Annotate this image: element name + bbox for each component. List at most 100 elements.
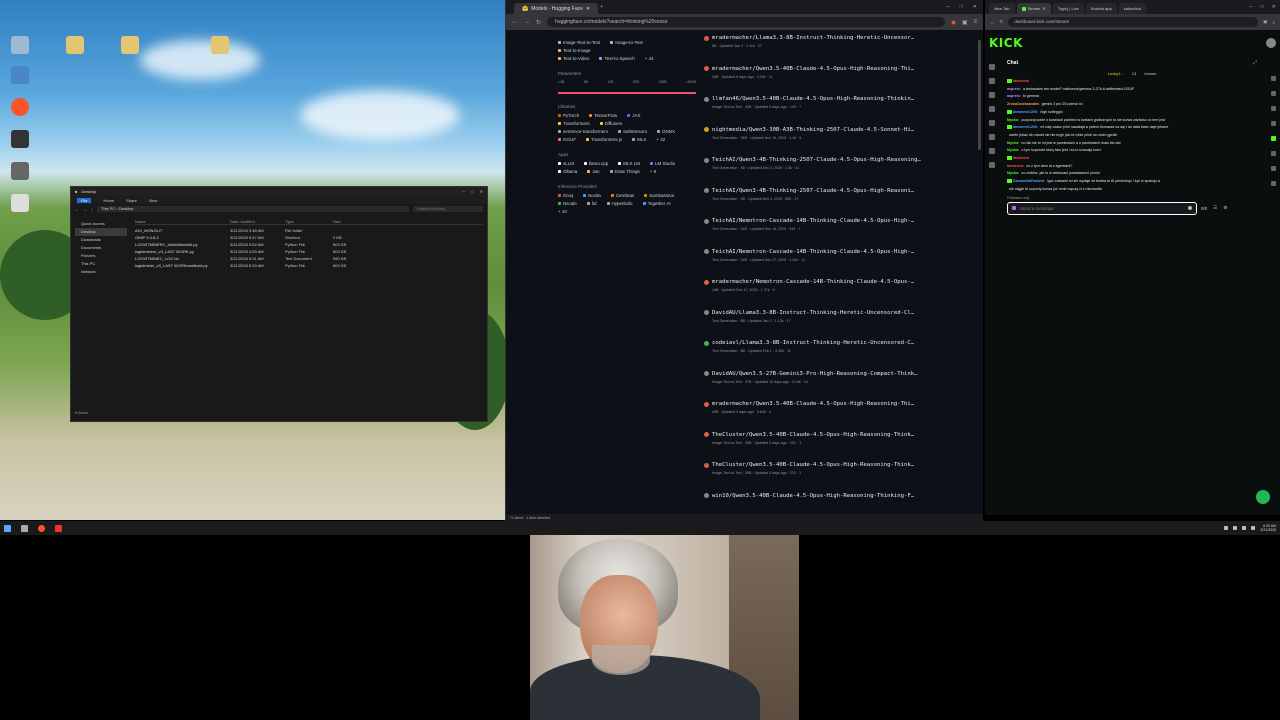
column-header-name[interactable]: Name bbox=[135, 218, 230, 225]
filter-library-chip[interactable]: JAX bbox=[627, 113, 641, 118]
column-header-size[interactable]: Size bbox=[333, 218, 373, 225]
model-card[interactable]: win10/Qwen3.5-40B-Claude-4.5-Opus-High-R… bbox=[704, 488, 975, 515]
column-header-type[interactable]: Type bbox=[285, 218, 333, 225]
chat-message[interactable]: fanderivo bbox=[1007, 155, 1257, 163]
chat-message[interactable]: Mycko: co zrobisz, jak to w wieksosci pod… bbox=[1007, 170, 1257, 178]
chat-message[interactable]: DamianNaPowiem: Igor czasami mi sie wydaj… bbox=[1007, 178, 1257, 186]
panel-icon[interactable] bbox=[1270, 76, 1276, 81]
filter-task-chip[interactable]: Text-to-Video bbox=[558, 56, 589, 61]
chat-message[interactable]: ZronoDzieksandra: gemini 3 pro 25 potrwil… bbox=[1007, 101, 1257, 109]
up-icon[interactable]: ↑ bbox=[91, 207, 93, 212]
minimize-icon[interactable]: ─ bbox=[1249, 4, 1253, 10]
task-view-icon[interactable] bbox=[21, 524, 28, 532]
nav-item-network[interactable]: Network bbox=[75, 268, 127, 276]
shield-icon[interactable]: ◆ bbox=[951, 19, 956, 26]
chat-username[interactable]: ZronoDzieksandra: bbox=[1007, 102, 1040, 106]
filter-more-chip[interactable]: + 42 bbox=[656, 137, 665, 142]
nav-item-this-pc[interactable]: This PC bbox=[75, 260, 127, 268]
browser-tab[interactable]: Kickbot.app bbox=[1085, 3, 1117, 14]
filter-provider-chip[interactable]: SambaNova bbox=[644, 193, 674, 198]
model-card[interactable]: TheCluster/Qwen3.5-40B-Claude-4.5-Opus-H… bbox=[704, 427, 975, 458]
menu-icon[interactable]: ≡ bbox=[1272, 20, 1275, 25]
filter-app-chip[interactable]: MLX LM bbox=[618, 161, 640, 166]
panel-icon[interactable] bbox=[1270, 166, 1276, 171]
panel-icon[interactable] bbox=[1270, 151, 1276, 156]
nav-item-desktop[interactable]: Desktop bbox=[75, 228, 127, 236]
sidebar-icon[interactable] bbox=[989, 120, 995, 126]
chevron-up-icon[interactable] bbox=[1224, 526, 1229, 530]
chat-message[interactable]: alesmeck1200: mi cały czasz print nawalaj… bbox=[1007, 124, 1257, 132]
desktop-icon-file[interactable] bbox=[55, 36, 95, 54]
address-bar[interactable]: dashboard.kick.com/stream bbox=[1008, 17, 1259, 27]
avatar[interactable] bbox=[1266, 38, 1276, 48]
column-header-date[interactable]: Date modified bbox=[230, 218, 285, 225]
file-row[interactable]: GIMP 3.0.8-2 3/21/2026 5:47 AM Shortcut 2 K… bbox=[135, 234, 483, 241]
filter-provider-chip[interactable]: Novita bbox=[583, 193, 601, 198]
help-button[interactable] bbox=[1256, 490, 1270, 504]
filter-task-chip[interactable]: Image-Text-to-Text bbox=[558, 40, 600, 45]
extensions-icon[interactable]: ▣ bbox=[1263, 19, 1267, 25]
chat-message[interactable]: alesmeck1200: high solfeggio bbox=[1007, 109, 1257, 117]
ribbon-tab-share[interactable]: Share bbox=[126, 198, 137, 203]
chat-username[interactable]: DamianNaPowiem: bbox=[1013, 179, 1045, 183]
app-icon[interactable] bbox=[55, 524, 62, 532]
model-card[interactable]: codeiavl/Llama3.3-8B-Instruct-Thinking-H… bbox=[704, 335, 975, 366]
back-icon[interactable]: ← bbox=[990, 20, 995, 25]
sidebar-icon[interactable] bbox=[989, 162, 995, 168]
minimize-icon[interactable]: ─ bbox=[946, 4, 950, 10]
pinned-user[interactable]: Lucky1... bbox=[1108, 71, 1124, 76]
chat-message[interactable]: fanderivo bbox=[1007, 78, 1257, 86]
browser-tab[interactable]: New Tab bbox=[989, 3, 1015, 14]
tab-close-icon[interactable]: ✕ bbox=[586, 6, 590, 12]
filter-library-chip[interactable]: MLX bbox=[632, 137, 646, 142]
ribbon-tab-view[interactable]: View bbox=[149, 198, 158, 203]
filter-task-chip[interactable]: Text-to-Speech bbox=[599, 56, 635, 61]
filter-provider-chip[interactable]: Together AI bbox=[642, 201, 671, 206]
model-card[interactable]: mradermacher/Qwen3.5-40B-Claude-4.5-Opus… bbox=[704, 396, 975, 427]
chat-message[interactable]: Mycko: o tym szponcie ktory tam jest i za… bbox=[1007, 147, 1257, 155]
filter-library-chip[interactable]: Safetensors bbox=[618, 129, 647, 134]
filter-provider-chip[interactable]: Cerebras bbox=[610, 193, 634, 198]
model-card[interactable]: llmfan46/Qwen3.5-40B-Claude-4.5-Opus-Hig… bbox=[704, 91, 975, 122]
panel-icon[interactable] bbox=[1270, 181, 1276, 186]
filter-provider-chip[interactable]: Nscale bbox=[558, 201, 577, 206]
file-row[interactable]: LOGISTMINEC_LOG.txt 3/21/2026 6:31 AM Text… bbox=[135, 255, 483, 262]
minimize-icon[interactable]: ─ bbox=[462, 189, 465, 194]
explorer-address-bar[interactable]: This PC › Desktop bbox=[97, 206, 409, 212]
filter-library-chip[interactable]: TensorFlow bbox=[589, 113, 617, 118]
model-card[interactable]: TeichAI/Nemotron-Cascade-14B-Thinking-Cl… bbox=[704, 213, 975, 244]
browser-tab-models[interactable]: 🤗 Models - Hugging Face ✕ bbox=[514, 3, 599, 14]
filter-provider-chip[interactable]: Hyperbolic bbox=[606, 201, 633, 206]
brave-icon[interactable] bbox=[38, 524, 45, 532]
filter-library-chip[interactable]: Diffusers bbox=[599, 121, 622, 126]
popout-icon[interactable]: ⤢ bbox=[1253, 60, 1257, 66]
chat-username[interactable]: alesmeck1200: bbox=[1013, 125, 1038, 129]
network-icon[interactable] bbox=[1233, 526, 1238, 530]
model-card[interactable]: TheCluster/Qwen3.5-40B-Claude-4.5-Opus-H… bbox=[704, 457, 975, 488]
filter-library-chip[interactable]: ONNX bbox=[657, 129, 675, 134]
model-card[interactable]: DavidAU/Qwen3.5-27B-Gemini3-Pro-High-Rea… bbox=[704, 366, 975, 397]
filter-app-chip[interactable]: Ollama bbox=[558, 169, 577, 174]
nav-item-quick-access[interactable]: Quick access bbox=[75, 220, 127, 228]
filter-task-chip[interactable]: Image-to-Text bbox=[610, 40, 643, 45]
desktop-icon-brave[interactable] bbox=[0, 98, 40, 116]
filter-library-chip[interactable]: GGUF bbox=[558, 137, 576, 142]
chat-username[interactable]: alesmeck1200: bbox=[1013, 110, 1038, 114]
ribbon-tab-home[interactable]: Home bbox=[103, 198, 114, 203]
panel-icon[interactable] bbox=[1270, 121, 1276, 126]
filter-app-chip[interactable]: llama.cpp bbox=[584, 161, 608, 166]
model-card[interactable]: mradermacher/Llama3.3-8B-Instruct-Thinki… bbox=[704, 30, 975, 61]
filter-more-chip[interactable]: + 10 bbox=[558, 209, 567, 214]
file-explorer-window[interactable]: ■ Desktop ─ □ ✕ File Home Share View ← → ↑… bbox=[70, 186, 488, 422]
reload-icon[interactable]: ↻ bbox=[536, 19, 541, 26]
filter-provider-chip[interactable]: Groq bbox=[558, 193, 573, 198]
model-card[interactable]: DavidAU/Llama3.3-8B-Instruct-Thinking-He… bbox=[704, 305, 975, 336]
users-icon[interactable]: ☰ bbox=[1213, 205, 1217, 211]
sidebar-icon[interactable] bbox=[989, 64, 995, 70]
ribbon-tab-file[interactable]: File bbox=[77, 197, 92, 203]
browser-tab-stream[interactable]: Stream ✕ bbox=[1016, 3, 1051, 14]
desktop-icon-recycle-bin[interactable] bbox=[0, 36, 40, 54]
scrollbar[interactable] bbox=[978, 40, 981, 150]
filter-library-chip[interactable]: Transformers bbox=[558, 121, 590, 126]
sidebar-icon[interactable] bbox=[989, 134, 995, 140]
